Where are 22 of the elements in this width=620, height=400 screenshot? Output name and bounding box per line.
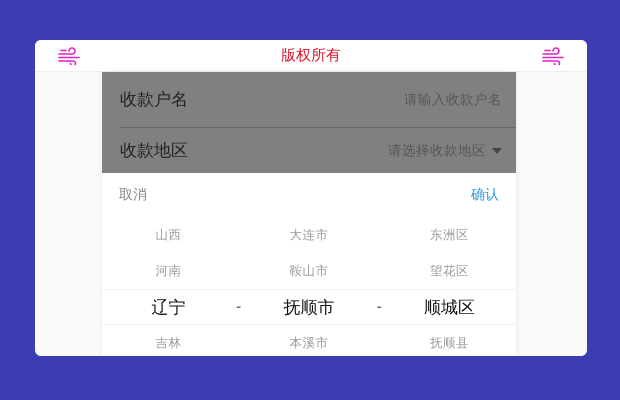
caret-icon [492, 148, 502, 154]
picker-option[interactable]: 顺城区 [424, 296, 476, 318]
picker-option[interactable]: 本溪市 [289, 334, 328, 352]
field-label: 收款户名 [120, 89, 188, 111]
header-title: 版权所有 [281, 46, 341, 65]
picker-option[interactable]: 望花区 [430, 262, 470, 280]
picker-option[interactable]: 大连市 [289, 226, 328, 244]
confirm-button[interactable]: 确认 [471, 186, 499, 204]
picker-option[interactable]: 东洲区 [430, 226, 470, 244]
picker-option[interactable]: 抚顺县 [430, 334, 470, 352]
picker-option[interactable]: 辽宁 [151, 296, 186, 318]
wind-icon[interactable] [541, 46, 565, 64]
cancel-button[interactable]: 取消 [119, 186, 147, 204]
separator-dash: - [376, 299, 382, 315]
picker-option[interactable]: 吉林 [155, 334, 182, 352]
picker-option[interactable]: 山西 [155, 226, 182, 244]
wind-icon[interactable] [57, 46, 81, 64]
picker-option[interactable]: 抚顺市 [283, 296, 334, 318]
field-label: 收款地区 [120, 140, 188, 162]
separator-dash: - [236, 299, 242, 315]
picker-option[interactable]: 河南 [155, 262, 182, 280]
picker-option[interactable]: 鞍山市 [289, 262, 328, 280]
